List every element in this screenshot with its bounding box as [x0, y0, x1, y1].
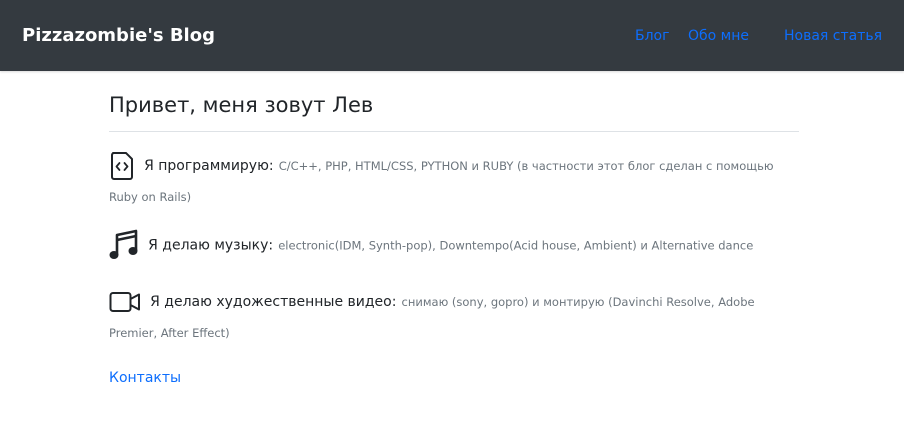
brand-link[interactable]: Pizzazombie's Blog	[22, 24, 215, 48]
contacts-link[interactable]: Контакты	[109, 368, 181, 388]
list-item-video: Я делаю художественные видео: снимаю (so…	[109, 286, 799, 348]
title-divider	[109, 131, 799, 132]
music-note-icon	[109, 229, 139, 261]
nav-link-blog[interactable]: Блог	[635, 25, 669, 47]
item-lead: Я программирую:	[144, 158, 274, 174]
item-lead: Я делаю музыку:	[148, 237, 274, 254]
item-detail: electronic(IDM, Synth-pop), Downtempo(Ac…	[278, 238, 754, 253]
navbar: Pizzazombie's Blog Блог Обо мне Новая ст…	[0, 0, 904, 71]
nav-link-new-article[interactable]: Новая статья	[784, 25, 882, 47]
nav-link-about[interactable]: Обо мне	[688, 25, 749, 47]
file-code-icon	[109, 151, 135, 181]
item-lead: Я делаю художественные видео:	[150, 294, 397, 310]
camera-video-icon	[109, 290, 141, 314]
list-item-programming: Я программирую: C/C++, PHP, HTML/CSS, PY…	[109, 150, 799, 212]
list-item-music: Я делаю музыку: electronic(IDM, Synth-po…	[109, 229, 799, 261]
page-title: Привет, меня зовут Лев	[109, 93, 374, 117]
